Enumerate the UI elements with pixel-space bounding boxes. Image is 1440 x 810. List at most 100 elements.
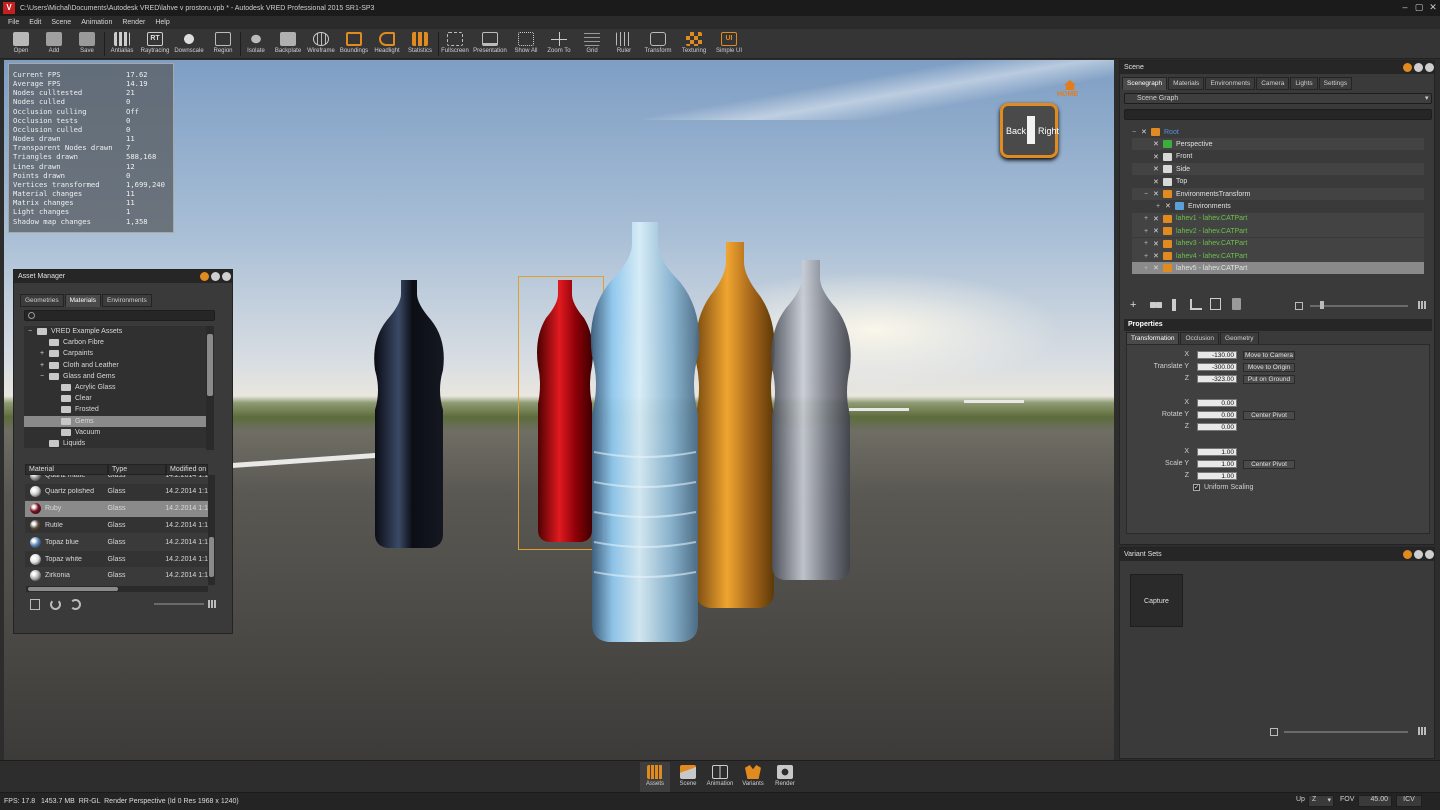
scale-center-pivot-button[interactable]: Center Pivot bbox=[1243, 460, 1295, 469]
asset-tree-item[interactable]: Clear bbox=[24, 393, 206, 404]
table-hscrollbar[interactable] bbox=[26, 586, 208, 592]
clone-icon[interactable] bbox=[1150, 302, 1162, 308]
visibility-toggle-icon[interactable]: ✕ bbox=[1153, 140, 1160, 148]
asset-tree-item[interactable]: Liquids bbox=[24, 438, 206, 449]
asset-tree-item[interactable]: + Carpaints bbox=[24, 348, 206, 359]
statistics-button[interactable]: Statistics bbox=[405, 29, 435, 59]
raytracing-button[interactable]: RT Raytracing bbox=[140, 29, 170, 59]
tab-scene-materials[interactable]: Materials bbox=[1168, 77, 1205, 90]
home-label[interactable]: HOME bbox=[1057, 91, 1078, 98]
scene-expand-toggle[interactable]: + bbox=[1144, 215, 1153, 222]
move-to-camera-button[interactable]: Move to Camera bbox=[1243, 351, 1295, 360]
scene-node-row[interactable]: − ✕ Root bbox=[1132, 126, 1424, 138]
put-on-ground-button[interactable]: Put on Ground bbox=[1243, 375, 1295, 384]
scene-module-button[interactable]: Scene bbox=[673, 762, 703, 792]
zoom-small-icon[interactable] bbox=[1270, 728, 1278, 736]
translate-x-field[interactable]: -130.00 bbox=[1197, 351, 1237, 359]
scene-node-row[interactable]: ✕ Front bbox=[1132, 151, 1424, 163]
panel-help-icon[interactable] bbox=[200, 272, 209, 281]
panel-help-icon[interactable] bbox=[1403, 63, 1412, 72]
visibility-toggle-icon[interactable]: ✕ bbox=[1153, 215, 1160, 223]
material-row[interactable]: Rutile Glass 14.2.2014 1:1 bbox=[25, 517, 208, 534]
navigation-cube[interactable]: Back Right bbox=[1000, 103, 1059, 158]
asset-tree-item[interactable]: + Cloth and Leather bbox=[24, 360, 206, 371]
material-row[interactable]: Ruby Glass 14.2.2014 1:1 bbox=[25, 500, 208, 517]
transform-node-icon[interactable] bbox=[1190, 299, 1202, 310]
close-button[interactable]: ✕ bbox=[1426, 2, 1440, 13]
animation-module-button[interactable]: Animation bbox=[704, 762, 736, 792]
scene-node-row[interactable]: + ✕ lahev1 - lahev.CATPart bbox=[1132, 212, 1424, 225]
scene-node-row[interactable]: + ✕ lahev4 - lahev.CATPart bbox=[1132, 250, 1424, 262]
scene-node-row[interactable]: + ✕ lahev3 - lahev.CATPart bbox=[1132, 237, 1424, 250]
save-button[interactable]: Save bbox=[74, 29, 100, 59]
scale-x-field[interactable]: 1.00 bbox=[1197, 448, 1237, 456]
tab-camera[interactable]: Camera bbox=[1256, 77, 1290, 90]
headlight-button[interactable]: Headlight bbox=[372, 29, 402, 59]
render-module-button[interactable]: Render bbox=[770, 762, 800, 792]
new-asset-icon[interactable] bbox=[30, 599, 40, 610]
assets-module-button[interactable]: Assets bbox=[640, 762, 670, 792]
group-icon[interactable] bbox=[1172, 299, 1176, 311]
tree-scrollbar[interactable] bbox=[206, 326, 214, 450]
add-node-icon[interactable]: + bbox=[1130, 299, 1136, 311]
menu-scene[interactable]: Scene bbox=[46, 19, 76, 26]
icon-size-slider[interactable] bbox=[1310, 305, 1408, 307]
fov-field[interactable]: 45.00 bbox=[1358, 795, 1392, 807]
column-material[interactable]: Material bbox=[25, 464, 108, 475]
tab-environments[interactable]: Environments bbox=[101, 294, 152, 307]
refresh-icon[interactable] bbox=[50, 599, 61, 610]
asset-tree-item[interactable]: Gems bbox=[24, 415, 206, 427]
asset-search-input[interactable] bbox=[24, 310, 215, 321]
variants-module-button[interactable]: Variants bbox=[738, 762, 768, 792]
rotate-z-field[interactable]: 0.00 bbox=[1197, 423, 1237, 431]
rotate-center-pivot-button[interactable]: Center Pivot bbox=[1243, 411, 1295, 420]
scale-z-field[interactable]: 1.00 bbox=[1197, 472, 1237, 480]
grid-button[interactable]: Grid bbox=[580, 29, 604, 59]
region-button[interactable]: Region bbox=[210, 29, 236, 59]
isolate-button[interactable]: Isolate bbox=[244, 29, 268, 59]
scene-node-row[interactable]: ✕ Top bbox=[1132, 176, 1424, 188]
scale-y-field[interactable]: 1.00 bbox=[1197, 460, 1237, 468]
menu-file[interactable]: File bbox=[3, 19, 24, 26]
tab-scene-environments[interactable]: Environments bbox=[1205, 77, 1256, 90]
visibility-toggle-icon[interactable]: ✕ bbox=[1153, 227, 1160, 235]
boundings-button[interactable]: Boundings bbox=[339, 29, 369, 59]
tab-geometries[interactable]: Geometries bbox=[20, 294, 64, 307]
visibility-toggle-icon[interactable]: ✕ bbox=[1153, 190, 1160, 198]
visibility-toggle-icon[interactable]: ✕ bbox=[1153, 178, 1160, 186]
icv-button[interactable]: ICV bbox=[1396, 795, 1422, 807]
up-axis-select[interactable]: Z ▾ bbox=[1308, 795, 1334, 807]
presentation-button[interactable]: Presentation bbox=[471, 29, 509, 59]
grid-view-icon[interactable] bbox=[208, 600, 216, 608]
translate-z-field[interactable]: -323.00 bbox=[1197, 375, 1237, 383]
visibility-toggle-icon[interactable]: ✕ bbox=[1153, 252, 1160, 260]
minimize-button[interactable]: – bbox=[1398, 2, 1412, 13]
material-row[interactable]: Quartz polished Glass 14.2.2014 1:1 bbox=[25, 483, 208, 500]
tab-materials[interactable]: Materials bbox=[64, 294, 101, 307]
scene-search-input[interactable] bbox=[1124, 109, 1432, 120]
material-row[interactable]: Topaz white Glass 14.2.2014 1:1 bbox=[25, 551, 208, 567]
scene-node-row[interactable]: + ✕ lahev2 - lahev.CATPart bbox=[1132, 225, 1424, 238]
visibility-toggle-icon[interactable]: ✕ bbox=[1141, 128, 1148, 136]
antialias-button[interactable]: Antialias bbox=[108, 29, 136, 59]
scene-node-row[interactable]: + ✕ lahev5 - lahev.CATPart bbox=[1132, 262, 1424, 275]
table-hscrollbar-thumb[interactable] bbox=[28, 587, 118, 591]
table-scrollbar[interactable] bbox=[208, 475, 215, 585]
scene-node-row[interactable]: + ✕ Environments bbox=[1132, 200, 1424, 212]
open-button[interactable]: Open bbox=[8, 29, 34, 59]
scene-node-row[interactable]: ✕ Perspective bbox=[1132, 138, 1424, 151]
navcube-right-face[interactable]: Right bbox=[1038, 126, 1059, 136]
move-to-origin-button[interactable]: Move to Origin bbox=[1243, 363, 1295, 372]
menu-edit[interactable]: Edit bbox=[24, 19, 46, 26]
visibility-toggle-icon[interactable]: ✕ bbox=[1153, 264, 1160, 272]
ruler-button[interactable]: Ruler bbox=[612, 29, 636, 59]
scene-expand-toggle[interactable]: + bbox=[1144, 240, 1153, 247]
zoom-to-button[interactable]: Zoom To bbox=[544, 29, 574, 59]
column-type[interactable]: Type bbox=[108, 464, 166, 475]
menu-help[interactable]: Help bbox=[150, 19, 174, 26]
slider-handle[interactable] bbox=[1320, 301, 1324, 309]
navcube-back-face[interactable]: Back bbox=[1006, 126, 1026, 136]
fullscreen-button[interactable]: Fullscreen bbox=[440, 29, 470, 59]
visibility-toggle-icon[interactable]: ✕ bbox=[1153, 240, 1160, 248]
material-row[interactable]: Zirkonia Glass 14.2.2014 1:1 bbox=[25, 567, 208, 584]
